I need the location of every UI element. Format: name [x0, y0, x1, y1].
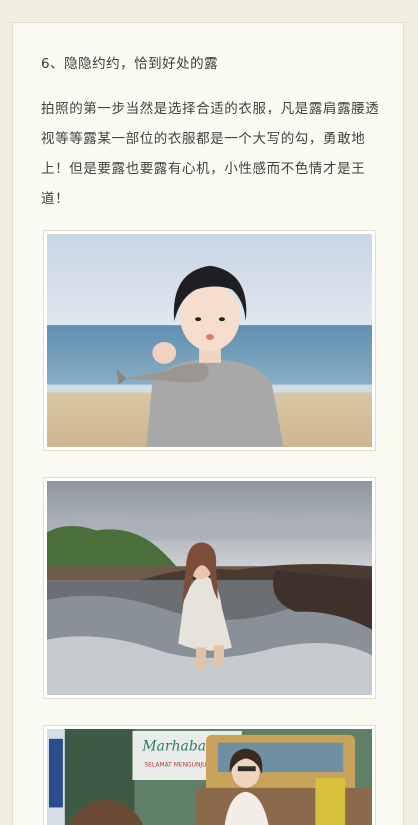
- photo-street-cart-sign[interactable]: Marhaban SELAMAT MENGUNJUNGI: [43, 725, 376, 825]
- article-paragraph: 拍照的第一步当然是选择合适的衣服，凡是露肩露腰透视等等露某一部位的衣服都是一个大…: [41, 101, 380, 207]
- photo-rocky-shore-girl[interactable]: [43, 477, 376, 699]
- sign-title: Marhaban: [141, 739, 215, 755]
- photo-beach-girl-fish[interactable]: [43, 230, 376, 451]
- shore-photo-image: [47, 481, 372, 695]
- section-heading: 6、隐隐约约，恰到好处的露: [41, 56, 219, 72]
- street-photo-image: Marhaban SELAMAT MENGUNJUNGI: [47, 729, 372, 825]
- beach-photo-image: [47, 234, 372, 447]
